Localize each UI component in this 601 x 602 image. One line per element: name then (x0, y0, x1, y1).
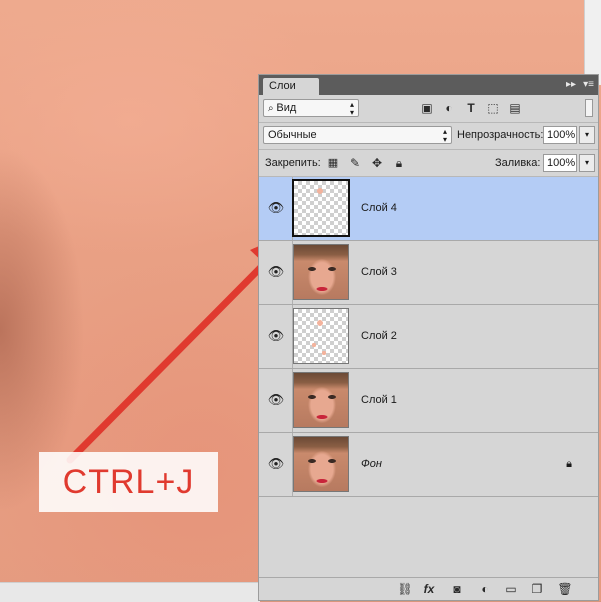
eye-icon[interactable]: 👁︎ (267, 327, 285, 345)
opacity-dropdown-button[interactable]: ▾ (579, 126, 595, 144)
divider (259, 122, 598, 123)
lock-all-icon[interactable]: 🔒︎ (391, 155, 407, 171)
blend-mode-value: Обычные (268, 129, 317, 141)
filter-kind-select[interactable]: ⌕ Вид ▴ ▾ (263, 99, 359, 117)
mask-icon[interactable]: ◙ (449, 581, 465, 597)
collapse-panel-button[interactable]: ▸▸ (566, 77, 576, 93)
panel-menu-button[interactable]: ▾≡ (583, 77, 594, 93)
layer-name[interactable]: Фон (361, 457, 382, 471)
panel-titlebar: Слои ▸▸ ▾≡ (259, 75, 598, 95)
layer-row-1[interactable]: 👁︎ Слой 1 (259, 369, 598, 433)
layers-list: 👁︎ Слой 4 👁︎ Слой 3 👁︎ Слой 2 👁︎ Слой 1 (259, 177, 598, 497)
lock-brush-icon[interactable]: ✎ (347, 155, 363, 171)
smart-object-icon[interactable]: ▤ (507, 100, 523, 116)
layer-name[interactable]: Слой 4 (361, 201, 397, 215)
filter-kind-value: Вид (276, 102, 297, 114)
opacity-label: Непрозрачность: (457, 129, 544, 141)
blend-mode-select[interactable]: Обычные ▴ ▾ (263, 126, 452, 144)
layer-thumbnail (293, 308, 349, 364)
layer-name[interactable]: Слой 1 (361, 393, 397, 407)
layer-thumbnail (292, 179, 350, 237)
lock-icon[interactable]: 🔒︎ (566, 457, 572, 471)
lock-move-icon[interactable]: ✥ (369, 155, 385, 171)
divider (259, 149, 598, 150)
layer-thumbnail (293, 372, 349, 428)
updown-icon: ▴ ▾ (442, 127, 447, 144)
layer-row-background[interactable]: 👁︎ Фон 🔒︎ (259, 433, 598, 497)
blend-row: Обычные ▴ ▾ Непрозрачность: 100% ▾ (259, 126, 598, 146)
adjustment-icon[interactable]: ◐ (441, 100, 457, 116)
shape-icon[interactable]: ⬚ (485, 100, 501, 116)
tab-layers[interactable]: Слои (263, 78, 319, 95)
type-icon[interactable]: T (463, 100, 479, 116)
thumbnail-content (294, 309, 348, 363)
layer-row-2[interactable]: 👁︎ Слой 2 (259, 305, 598, 369)
trash-icon[interactable]: 🗑︎ (557, 581, 573, 597)
group-folder-icon[interactable]: ▭ (503, 581, 519, 597)
layer-thumbnail (293, 436, 349, 492)
lock-label: Закрепить: (265, 157, 321, 169)
layer-row-4[interactable]: 👁︎ Слой 4 (259, 177, 598, 241)
eye-icon[interactable]: 👁︎ (267, 263, 285, 281)
canvas-horizontal-scrollbar[interactable] (0, 582, 260, 602)
eye-icon[interactable]: 👁︎ (267, 455, 285, 473)
fx-icon[interactable]: fx (421, 581, 437, 597)
layer-row-3[interactable]: 👁︎ Слой 3 (259, 241, 598, 305)
link-icon[interactable]: ⛓ (397, 581, 413, 597)
layer-thumbnail (293, 244, 349, 300)
layer-name[interactable]: Слой 2 (361, 329, 397, 343)
updown-icon: ▴ ▾ (349, 100, 354, 117)
new-layer-icon[interactable]: ❐ (529, 581, 545, 597)
eye-icon[interactable]: 👁︎ (267, 199, 285, 217)
eye-icon[interactable]: 👁︎ (267, 391, 285, 409)
lock-transparent-icon[interactable]: ▦ (325, 155, 341, 171)
adjustment-layer-icon[interactable]: ◐ (477, 581, 493, 597)
layer-name[interactable]: Слой 3 (361, 265, 397, 279)
shortcut-label: CTRL+J (39, 452, 218, 512)
fill-input[interactable]: 100% (543, 154, 577, 172)
opacity-input[interactable]: 100% (543, 126, 577, 144)
image-icon[interactable]: ▣ (419, 100, 435, 116)
panel-bottom-toolbar: ⛓ fx ◙ ◐ ▭ ❐ 🗑︎ (259, 577, 598, 600)
fill-label: Заливка: (495, 157, 541, 169)
canvas-vertical-scrollbar[interactable] (584, 0, 601, 85)
fill-dropdown-button[interactable]: ▾ (579, 154, 595, 172)
filter-row: ⌕ Вид ▴ ▾ ▣ ◐ T ⬚ ▤ (259, 99, 598, 121)
lock-row: Закрепить: ▦ ✎ ✥ 🔒︎ Заливка: 100% ▾ (259, 154, 598, 174)
filter-toggle-switch[interactable] (585, 99, 593, 117)
thumbnail-content (294, 181, 348, 235)
layers-panel: Слои ▸▸ ▾≡ ⌕ Вид ▴ ▾ ▣ ◐ T ⬚ ▤ Обычные ▴ ▾… (258, 74, 599, 601)
